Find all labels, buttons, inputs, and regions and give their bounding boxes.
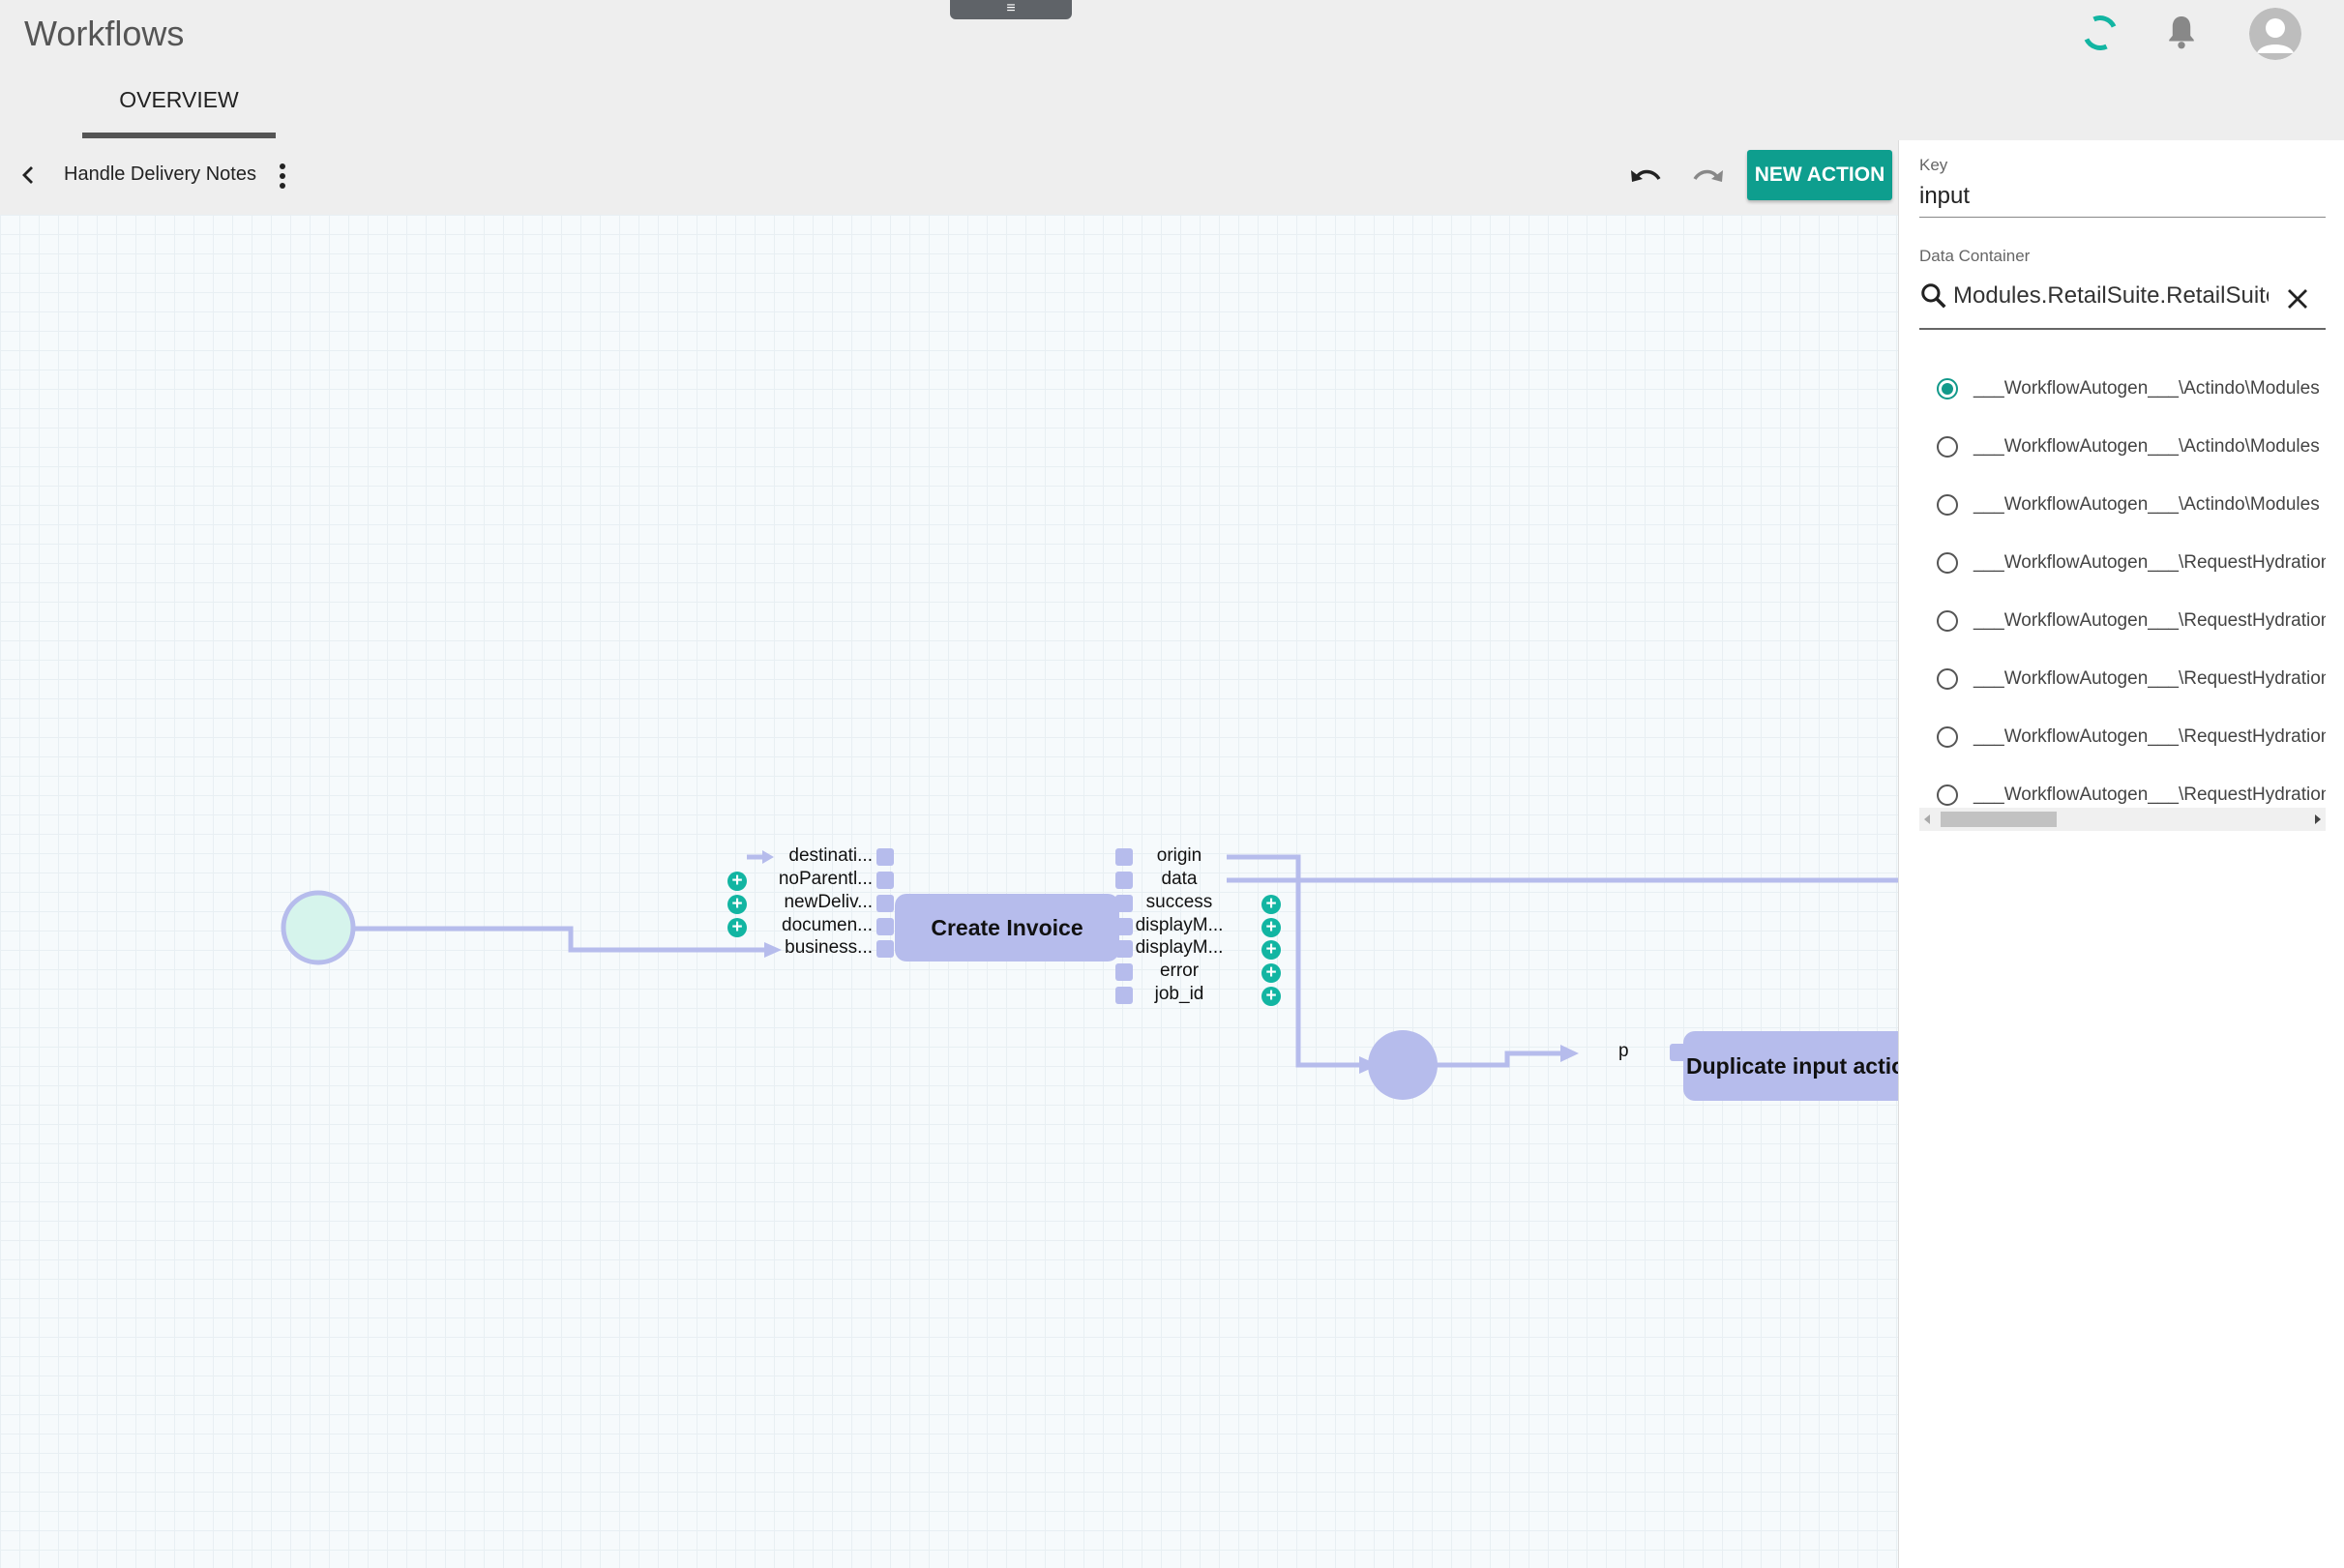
add-output-icon[interactable]: + [1261,918,1281,937]
input-port-label: destinati... [788,845,873,866]
duplicate-input-node[interactable]: Duplicate input actio [1683,1031,1898,1101]
active-tab-indicator [82,133,276,138]
tab-overview[interactable]: OVERVIEW [82,87,276,139]
add-output-icon[interactable]: + [1261,895,1281,914]
radio-option-label: ___WorkflowAutogen___\RequestHydration [1973,552,2326,573]
output-port-label: origin [1156,845,1202,866]
redo-icon[interactable] [1691,162,1726,195]
input-port[interactable] [876,918,894,935]
radio-option-label: ___WorkflowAutogen___\RequestHydration [1973,726,2326,747]
radio-option[interactable]: ___WorkflowAutogen___\RequestHydration [1937,601,2326,659]
radio-option[interactable]: ___WorkflowAutogen___\Actindo\Modules [1937,369,2326,427]
input-port-label: business... [785,937,873,958]
input-port[interactable] [876,848,894,866]
input-port[interactable] [876,872,894,889]
radio-button[interactable] [1937,610,1958,632]
output-port[interactable] [1115,895,1133,912]
input-port-label: documen... [782,915,873,935]
radio-option[interactable]: ___WorkflowAutogen___\RequestHydration [1937,543,2326,601]
horizontal-scrollbar[interactable] [1919,808,2326,831]
input-port[interactable] [876,895,894,912]
start-node[interactable] [281,890,356,965]
workflow-toolbar: Handle Delivery Notes NEW ACTION [0,140,1898,215]
radio-button[interactable] [1937,784,1958,806]
radio-option[interactable]: ___WorkflowAutogen___\Actindo\Modules [1937,427,2326,485]
workflow-canvas[interactable]: Create Invoice destinati... noParentl...… [0,215,1898,1568]
key-input[interactable]: input [1919,183,1970,210]
scroll-right-icon[interactable] [2315,814,2321,824]
input-port-label: noParentl... [778,869,873,889]
menu-handle[interactable]: ≡ [950,0,1072,19]
radio-option-label: ___WorkflowAutogen___\RequestHydration [1973,784,2326,805]
add-output-icon[interactable]: + [1261,940,1281,960]
radio-option[interactable]: ___WorkflowAutogen___\RequestHydration [1937,659,2326,717]
add-input-icon[interactable]: + [727,872,747,891]
more-vert-icon[interactable] [273,162,292,195]
radio-button[interactable] [1937,436,1958,458]
search-icon [1919,281,1948,315]
radio-option-label: ___WorkflowAutogen___\RequestHydration [1973,668,2326,689]
radio-option-label: ___WorkflowAutogen___\RequestHydration [1973,610,2326,631]
output-port-label: success [1145,892,1213,912]
data-container-label: Data Container [1919,247,2031,265]
radio-button[interactable] [1937,494,1958,516]
app-title: Workflows [24,14,185,53]
app-header: Workflows ≡ OVERVIEW [0,0,2344,140]
loading-spinner-icon [2077,10,2123,56]
input-port-label: p [1618,1041,1629,1061]
radio-option[interactable]: ___WorkflowAutogen___\Actindo\Modules [1937,485,2326,543]
key-label: Key [1919,156,1948,174]
user-avatar-icon[interactable] [2249,8,2301,60]
output-port[interactable] [1115,987,1133,1004]
output-port[interactable] [1115,848,1133,866]
junction-node[interactable] [1368,1030,1438,1100]
bell-icon[interactable] [2165,14,2198,57]
close-icon[interactable] [2286,287,2309,315]
add-input-icon[interactable]: + [727,918,747,937]
workflow-name: Handle Delivery Notes [64,163,256,185]
add-input-icon[interactable]: + [727,895,747,914]
data-container-underline [1919,328,2326,330]
input-port[interactable] [876,940,894,958]
create-invoice-node[interactable]: Create Invoice [895,894,1119,962]
scrollbar-thumb[interactable] [1941,812,2057,827]
radio-button[interactable] [1937,726,1958,748]
output-port[interactable] [1115,918,1133,935]
radio-button[interactable] [1937,552,1958,574]
key-input-underline [1919,217,2326,218]
back-arrow-icon[interactable] [17,163,41,192]
radio-option-label: ___WorkflowAutogen___\Actindo\Modules [1973,494,2320,515]
output-port-label: error [1159,961,1200,981]
add-output-icon[interactable]: + [1261,963,1281,983]
output-port[interactable] [1115,872,1133,889]
output-port-label: data [1161,869,1198,889]
radio-option-label: ___WorkflowAutogen___\Actindo\Modules [1973,378,2320,399]
radio-option[interactable]: ___WorkflowAutogen___\RequestHydration [1937,717,2326,775]
add-output-icon[interactable]: + [1261,987,1281,1006]
output-port[interactable] [1115,940,1133,958]
radio-option-label: ___WorkflowAutogen___\Actindo\Modules [1973,436,2320,457]
output-port[interactable] [1115,963,1133,981]
properties-panel: Key input Data Container Modules.RetailS… [1898,140,2344,1568]
output-port-label: displayM... [1135,937,1224,958]
new-action-button[interactable]: NEW ACTION [1747,150,1892,200]
scroll-left-icon[interactable] [1924,814,1930,824]
connection-lines [281,850,1898,1100]
undo-icon[interactable] [1628,162,1663,195]
data-container-input[interactable]: Modules.RetailSuite.RetailSuite [1953,282,2269,310]
radio-button[interactable] [1937,378,1958,399]
input-port-label: newDeliv... [784,892,873,912]
radio-button[interactable] [1937,668,1958,690]
output-port-label: job_id [1154,984,1204,1004]
output-port-label: displayM... [1135,915,1224,935]
